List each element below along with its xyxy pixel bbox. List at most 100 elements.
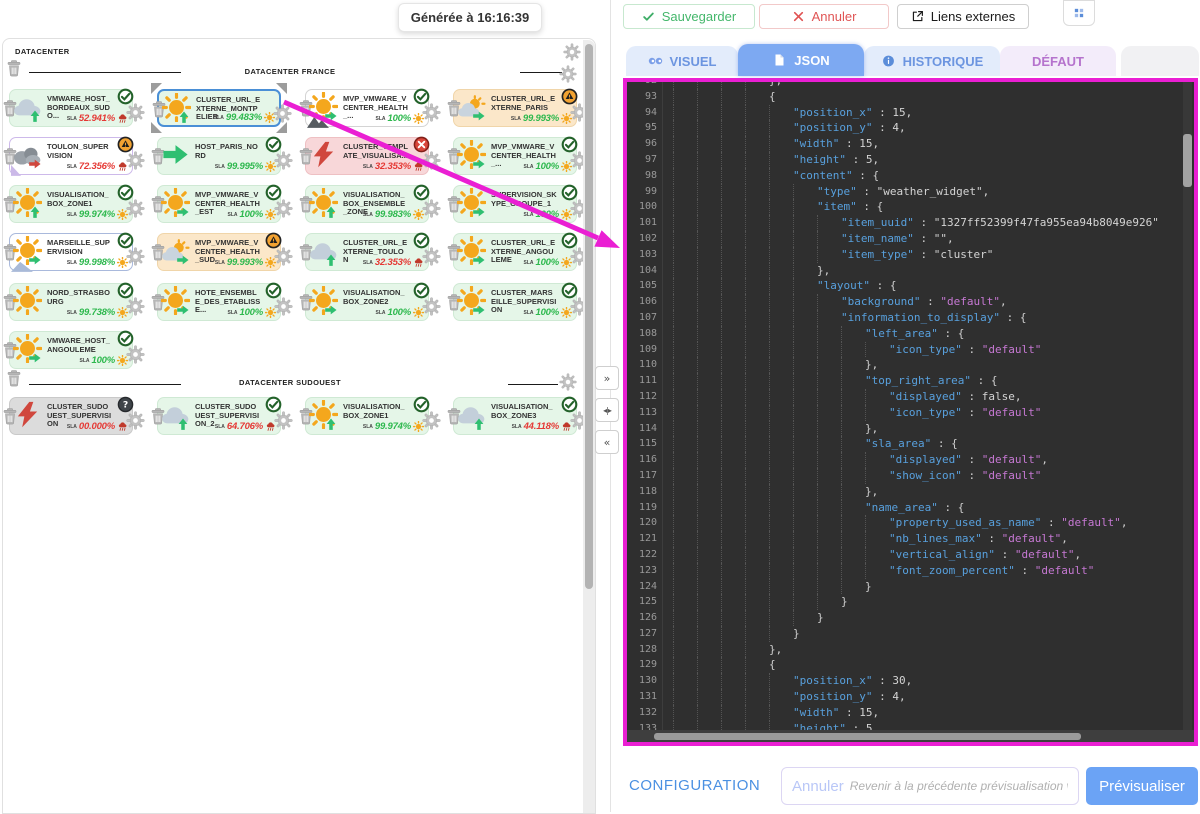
- gear-icon[interactable]: [422, 199, 441, 218]
- editor-horizontal-scrollbar[interactable]: [627, 730, 1194, 742]
- external-links-button[interactable]: Liens externes: [897, 4, 1029, 29]
- code-line: 97"height" : 5,: [627, 152, 1194, 168]
- gear-icon[interactable]: [422, 411, 441, 430]
- dashboard-tile[interactable]: MVP_VMWARE_VCENTER_HEALTH_EST SLA100%: [157, 185, 281, 223]
- save-button[interactable]: Sauvegarder: [623, 4, 755, 29]
- code-line: 98"content" : {: [627, 168, 1194, 184]
- gear-icon[interactable]: [273, 104, 292, 123]
- resize-panels-button[interactable]: ◂|▸: [595, 398, 619, 422]
- code-line: 117"show_icon" : "default": [627, 468, 1194, 484]
- dashboard-tile[interactable]: TOULON_SUPERVISION SLA72.356%: [9, 137, 133, 175]
- tab-json[interactable]: JSON: [738, 44, 864, 76]
- dashboard-tile[interactable]: CLUSTER_URL_EXTERNE_PARIS SLA99.993%: [453, 89, 577, 127]
- tile-name: MARSEILLE_SUPERVISION: [47, 239, 113, 256]
- gear-icon[interactable]: [274, 151, 293, 170]
- left-panel-scrollbar[interactable]: [583, 40, 595, 813]
- tile-name: NORD_STRASBOURG: [47, 289, 113, 306]
- trend-up-icon: [28, 109, 42, 123]
- dashboard-tile[interactable]: CLUSTER_TEMPLATE_VISUALISA... SLA32.353%: [305, 137, 429, 175]
- tab-visuel[interactable]: VISUEL: [626, 46, 738, 76]
- weather-sun-icon: [309, 188, 342, 221]
- weather-cloud-sun-icon: [161, 236, 194, 269]
- sla-indicator: SLA32.353%: [363, 161, 424, 172]
- gear-icon[interactable]: [126, 297, 145, 316]
- weather-sun-icon: [309, 92, 342, 125]
- gear-icon[interactable]: [274, 247, 293, 266]
- trend-up-icon: [177, 110, 191, 124]
- panel-divider: » ◂|▸ «: [595, 366, 619, 462]
- revert-button[interactable]: Annuler Revenir à la précédente prévisua…: [781, 767, 1079, 805]
- weather-sun-icon: [162, 93, 195, 126]
- code-line: 111"top_right_area" : {: [627, 373, 1194, 389]
- dashboard-tile[interactable]: VISUALISATION_BOX_ENSEMBLE_ZONE SLA99.98…: [305, 185, 429, 223]
- gear-icon[interactable]: [126, 151, 145, 170]
- dashboard-tile[interactable]: VISUALISATION_BOX_ZONE1 SLA99.974%: [305, 397, 429, 435]
- tab-historique[interactable]: HISTORIQUE: [864, 46, 1000, 76]
- gear-icon[interactable]: [422, 247, 441, 266]
- gear-icon[interactable]: [126, 247, 145, 266]
- gear-icon[interactable]: [422, 297, 441, 316]
- dashboard-tile[interactable]: MARSEILLE_SUPERVISION SLA99.998%: [9, 233, 133, 271]
- json-editor[interactable]: 92},93{94"position_x" : 15,95"position_y…: [623, 78, 1198, 746]
- revert-label: Annuler: [792, 778, 844, 795]
- code-line: 113"icon_type" : "default": [627, 405, 1194, 421]
- gear-icon[interactable]: [126, 199, 145, 218]
- code-line: 104},: [627, 263, 1194, 279]
- line-number: 101: [627, 215, 663, 231]
- preview-button[interactable]: Prévisualiser: [1086, 767, 1198, 805]
- collapse-left-button[interactable]: «: [595, 430, 619, 454]
- tile-name: VISUALISATION_BOX_ZONE2: [343, 289, 409, 306]
- gear-icon[interactable]: [274, 199, 293, 218]
- scrollbar-thumb[interactable]: [585, 44, 593, 589]
- dashboard-tile[interactable]: MVP_VMWARE_VCENTER_HEALTH_... SLA100%: [453, 137, 577, 175]
- line-number: 104: [627, 263, 663, 279]
- line-number: 129: [627, 657, 663, 673]
- dashboard-tile[interactable]: MVP_VMWARE_VCENTER_HEALTH_... SLA100%: [305, 89, 429, 127]
- gear-icon[interactable]: [422, 103, 441, 122]
- dashboard-tile[interactable]: CLUSTER_SUDOUEST_SUPERVISION_2 SLA64.706…: [157, 397, 281, 435]
- dashboard-tile[interactable]: CLUSTER_URL_EXTERNE_MONTPELIER SLA99.483…: [157, 89, 281, 127]
- dashboard-tile[interactable]: HOST_PARIS_NORD SLA99.995%: [157, 137, 281, 175]
- dashboard-tile[interactable]: MVP_VMWARE_VCENTER_HEALTH_SUD SLA99.993%: [157, 233, 281, 271]
- gear-icon[interactable]: [422, 151, 441, 170]
- dashboard-tile[interactable]: VISUALISATION_BOX_ZONE1 SLA99.974%: [9, 185, 133, 223]
- trend-right-icon: [324, 109, 338, 123]
- dashboard-tile[interactable]: CLUSTER_URL_EXTERNE_TOULON SLA32.353%: [305, 233, 429, 271]
- code-area[interactable]: 92},93{94"position_x" : 15,95"position_y…: [627, 82, 1194, 736]
- dashboard-tile[interactable]: VISUALISATION_BOX_ZONE2 SLA100%: [305, 283, 429, 321]
- editor-vscroll-thumb[interactable]: [1183, 134, 1192, 187]
- code-line: 108"left_area" : {: [627, 326, 1194, 342]
- line-number: 96: [627, 136, 663, 152]
- dashboard-tile[interactable]: VMWARE_HOST_ANGOULEME SLA100%: [9, 331, 133, 369]
- tab-defaut[interactable]: DÉFAUT: [1000, 46, 1116, 76]
- rain-mini-icon: [265, 421, 276, 432]
- line-number: 115: [627, 436, 663, 452]
- tile-name: VISUALISATION_BOX_ZONE1: [47, 191, 113, 208]
- gear-icon[interactable]: [126, 103, 145, 122]
- dashboard-tile[interactable]: VISUALISATION_BOX_ZONE3 SLA44.118%: [453, 397, 577, 435]
- dashboard-tile[interactable]: CLUSTER_URL_EXTERNE_ANGOULEME SLA100%: [453, 233, 577, 271]
- sla-indicator: SLA00.000%: [67, 421, 128, 432]
- dashboard-tile[interactable]: VMWARE_HOST_BORDEAUX_SUDO... SLA52.941%: [9, 89, 133, 127]
- dashboard-tile[interactable]: HOTE_ENSEMBLE_DES_ETABLISSE... SLA100%: [157, 283, 281, 321]
- weather-sun-icon: [13, 286, 46, 319]
- gear-icon[interactable]: [274, 297, 293, 316]
- line-number: 131: [627, 689, 663, 705]
- line-number: 118: [627, 484, 663, 500]
- tile-name: CLUSTER_TEMPLATE_VISUALISA...: [343, 143, 409, 160]
- corner-mini-button[interactable]: [1063, 0, 1095, 26]
- dashboard-tile[interactable]: SUPERVISION_SKYPE_GROUPE_1 SLA100%: [453, 185, 577, 223]
- gear-icon[interactable]: [126, 411, 145, 430]
- dashboard-tile[interactable]: CLUSTER_MARSEILLE_SUPERVISION SLA100%: [453, 283, 577, 321]
- cancel-button[interactable]: Annuler: [759, 4, 889, 29]
- tab-visuel-label: VISUEL: [670, 54, 717, 69]
- collapse-right-button[interactable]: »: [595, 366, 619, 390]
- cancel-button-label: Annuler: [812, 9, 857, 24]
- dashboard-tile[interactable]: NORD_STRASBOURG SLA99.738%: [9, 283, 133, 321]
- editor-hscroll-thumb[interactable]: [654, 733, 1081, 740]
- gear-icon[interactable]: [126, 345, 145, 364]
- gear-icon[interactable]: [274, 411, 293, 430]
- dashboard-tile[interactable]: CLUSTER_SUDOUEST_SUPERVISION ? SLA00.000…: [9, 397, 133, 435]
- weather-sun-icon: [13, 188, 46, 221]
- line-number: 123: [627, 563, 663, 579]
